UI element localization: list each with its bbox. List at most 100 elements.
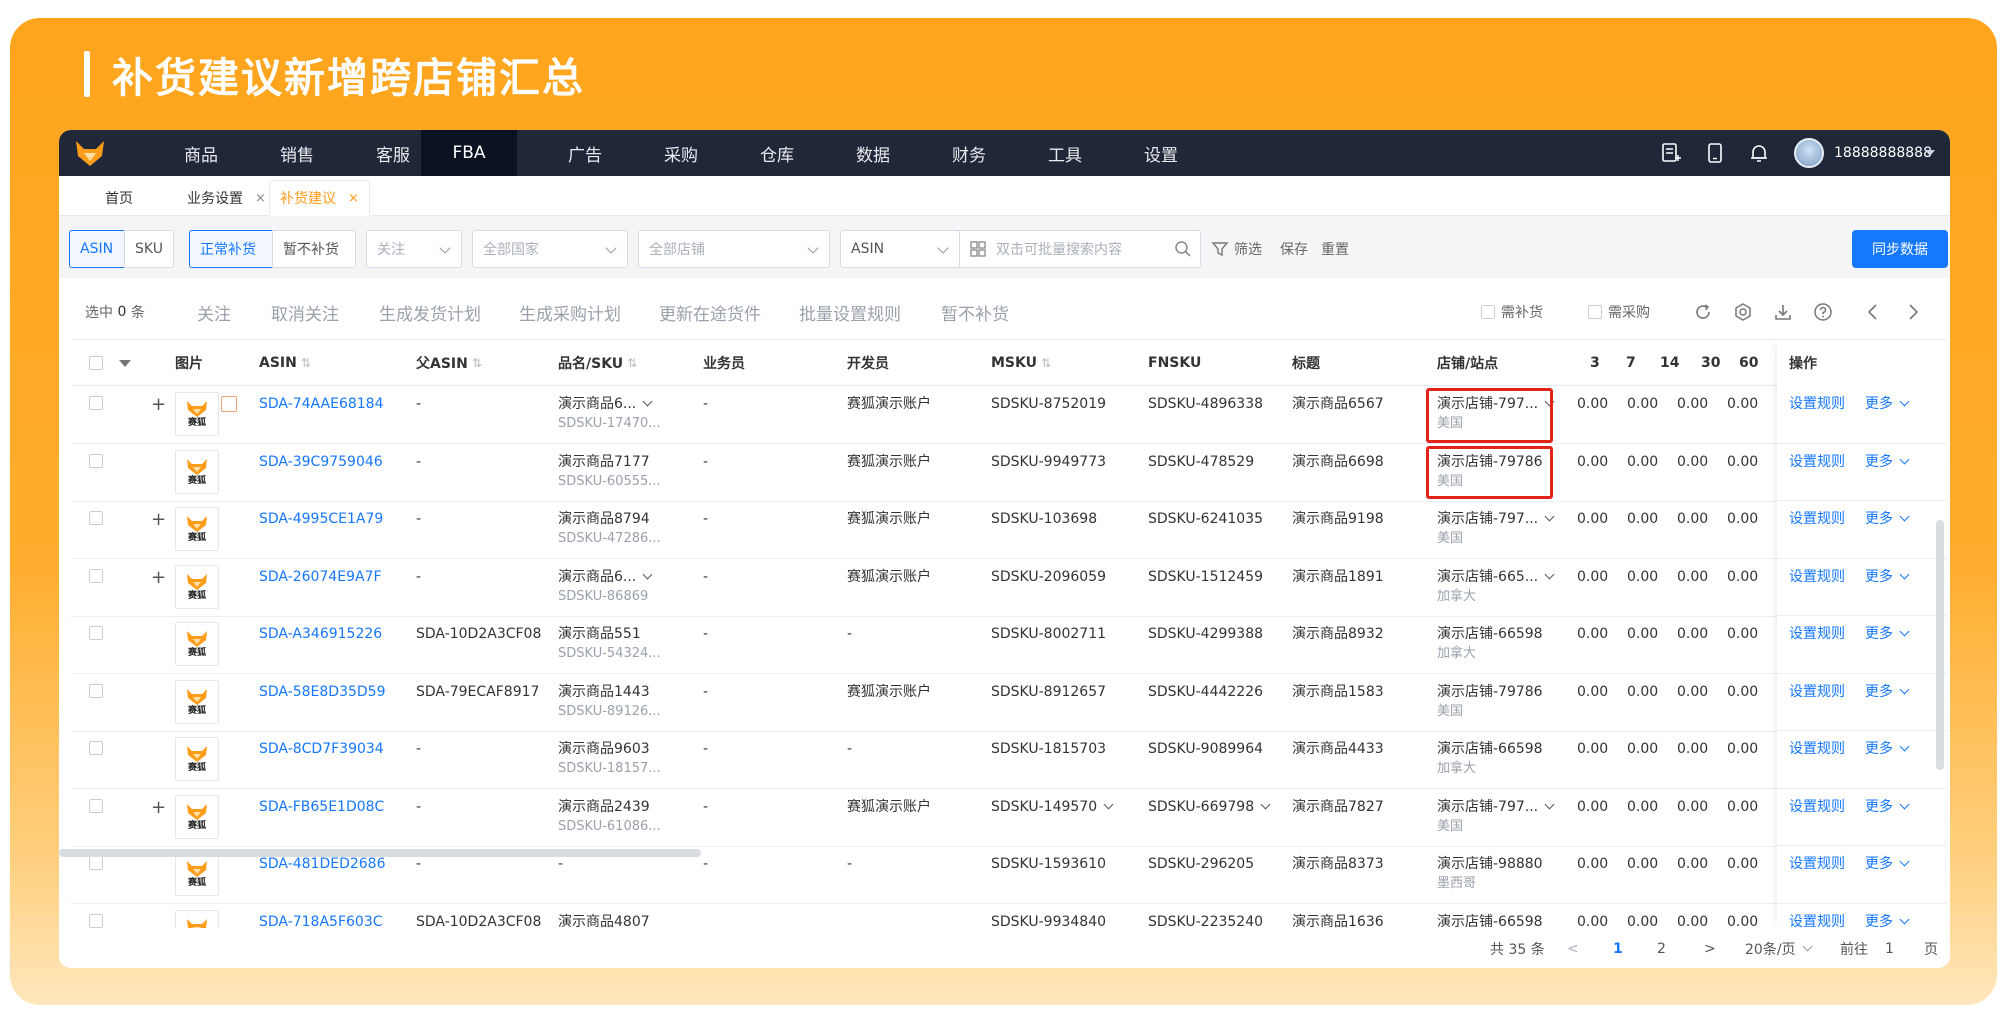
sort-icon[interactable]: ⇅ [472, 356, 482, 370]
nav-item-0[interactable]: 商品 [153, 130, 249, 176]
header-name-sku[interactable]: 品名/SKU ⇅ [558, 340, 637, 386]
chevron-down-icon[interactable] [1544, 569, 1555, 579]
asin-link[interactable]: SDA-74AAE68184 [259, 394, 383, 414]
tab-0[interactable]: 首页 [95, 180, 143, 216]
asin-link[interactable]: SDA-8CD7F39034 [259, 739, 384, 759]
expand-row-icon[interactable]: + [151, 509, 166, 530]
header-asin[interactable]: ASIN ⇅ [259, 340, 311, 386]
sync-data-button[interactable]: 同步数据 [1852, 230, 1948, 268]
page-2[interactable]: 2 [1657, 930, 1666, 968]
task-list-icon[interactable] [1660, 142, 1682, 164]
username[interactable]: 18888888888 [1834, 130, 1932, 176]
asin-link[interactable]: SDA-481DED2686 [259, 854, 386, 874]
product-image[interactable]: 赛狐 [175, 507, 219, 551]
chevron-down-icon[interactable] [642, 569, 653, 579]
product-image[interactable]: 赛狐 [175, 622, 219, 666]
close-icon[interactable]: × [255, 191, 266, 206]
product-image[interactable]: 赛狐 [175, 852, 219, 896]
chevron-down-icon[interactable] [1544, 511, 1555, 522]
horizontal-scroll-thumb[interactable] [59, 849, 701, 857]
sku-toggle[interactable]: SKU [124, 230, 174, 268]
settings-icon[interactable] [1733, 302, 1753, 322]
asin-link[interactable]: SDA-26074E9A7F [259, 567, 382, 587]
chevron-left-icon[interactable] [1863, 302, 1883, 322]
more-menu[interactable]: 更多 [1865, 624, 1910, 644]
nav-item-4[interactable]: 广告 [537, 130, 633, 176]
header-parent-asin[interactable]: 父ASIN ⇅ [416, 340, 482, 386]
page-1[interactable]: 1 [1613, 930, 1623, 968]
chevron-down-icon[interactable] [1103, 799, 1114, 809]
search-input[interactable]: 双击可批量搜索内容 [959, 230, 1201, 268]
row-checkbox[interactable] [89, 453, 103, 474]
goto-input[interactable]: 1 [1885, 930, 1894, 968]
row-checkbox[interactable] [89, 683, 103, 704]
filter-button[interactable]: 筛选 [1211, 230, 1262, 268]
shop-select[interactable]: 全部店铺 [638, 230, 830, 268]
prev-page-button[interactable]: < [1567, 930, 1579, 968]
checkbox[interactable] [89, 396, 103, 410]
chevron-down-icon[interactable] [642, 396, 653, 407]
checkbox[interactable] [89, 683, 103, 698]
user-avatar[interactable] [1794, 138, 1824, 168]
doc-tag-icon[interactable] [221, 396, 237, 412]
checkbox[interactable] [89, 511, 103, 525]
expand-row-icon[interactable]: + [151, 797, 166, 818]
checkbox[interactable] [89, 913, 103, 928]
save-button[interactable]: 保存 [1280, 230, 1308, 268]
set-rule-link[interactable]: 设置规则 [1789, 567, 1845, 587]
set-rule-link[interactable]: 设置规则 [1789, 854, 1845, 874]
checkbox[interactable] [89, 568, 103, 583]
select-all-checkbox[interactable] [89, 340, 103, 386]
row-checkbox[interactable] [89, 913, 103, 929]
nav-item-7[interactable]: 数据 [825, 130, 921, 176]
set-rule-link[interactable]: 设置规则 [1789, 739, 1845, 759]
sort-icon[interactable]: ⇅ [627, 356, 637, 370]
product-image[interactable]: 赛狐 [175, 909, 219, 928]
more-menu[interactable]: 更多 [1865, 739, 1910, 759]
need-replenish-checkbox[interactable]: 需补货 [1481, 284, 1543, 340]
row-checkbox[interactable] [89, 856, 103, 876]
row-checkbox[interactable] [89, 568, 103, 589]
more-menu[interactable]: 更多 [1865, 394, 1910, 414]
checkbox[interactable] [89, 626, 103, 640]
asin-link[interactable]: SDA-58E8D35D59 [259, 682, 386, 702]
need-purchase-checkbox[interactable]: 需采购 [1588, 284, 1650, 340]
checkbox[interactable] [89, 856, 103, 870]
search-type-select[interactable]: ASIN [840, 230, 960, 268]
fox-logo-icon[interactable] [73, 136, 107, 170]
product-image[interactable]: 赛狐 [175, 392, 219, 436]
asin-link[interactable]: SDA-4995CE1A79 [259, 509, 383, 529]
more-menu[interactable]: 更多 [1865, 854, 1910, 874]
set-rule-link[interactable]: 设置规则 [1789, 797, 1845, 817]
page-size-select[interactable]: 20条/页 [1745, 930, 1812, 968]
checkbox[interactable] [89, 798, 103, 813]
close-icon[interactable]: × [348, 191, 359, 206]
refresh-icon[interactable] [1693, 302, 1713, 322]
tab-2[interactable]: 补货建议 × [269, 180, 370, 216]
header-msku[interactable]: MSKU ⇅ [991, 340, 1051, 386]
product-image[interactable]: 赛狐 [175, 564, 219, 609]
nav-item-5[interactable]: 采购 [633, 130, 729, 176]
product-image[interactable]: 赛狐 [175, 794, 219, 839]
product-image[interactable]: 赛狐 [175, 737, 219, 781]
more-menu[interactable]: 更多 [1865, 682, 1910, 702]
asin-link[interactable]: SDA-39C9759046 [259, 452, 383, 472]
row-checkbox[interactable] [89, 741, 103, 761]
set-rule-link[interactable]: 设置规则 [1789, 682, 1845, 702]
horizontal-scrollbar[interactable] [59, 849, 1935, 857]
bell-icon[interactable] [1748, 142, 1770, 164]
asin-link[interactable]: SDA-FB65E1D08C [259, 797, 384, 817]
set-rule-link[interactable]: 设置规则 [1789, 452, 1845, 472]
product-image[interactable]: 赛狐 [175, 449, 219, 494]
asin-link[interactable]: SDA-A346915226 [259, 624, 382, 644]
country-select[interactable]: 全部国家 [472, 230, 628, 268]
more-menu[interactable]: 更多 [1865, 567, 1910, 587]
set-rule-link[interactable]: 设置规则 [1789, 624, 1845, 644]
batch-grid-icon[interactable] [970, 241, 986, 257]
row-checkbox[interactable] [89, 626, 103, 646]
row-checkbox[interactable] [89, 511, 103, 531]
action-2[interactable]: 生成发货计划 [379, 284, 481, 340]
action-5[interactable]: 批量设置规则 [799, 284, 901, 340]
action-1[interactable]: 取消关注 [271, 284, 339, 340]
checkbox[interactable] [89, 356, 103, 370]
